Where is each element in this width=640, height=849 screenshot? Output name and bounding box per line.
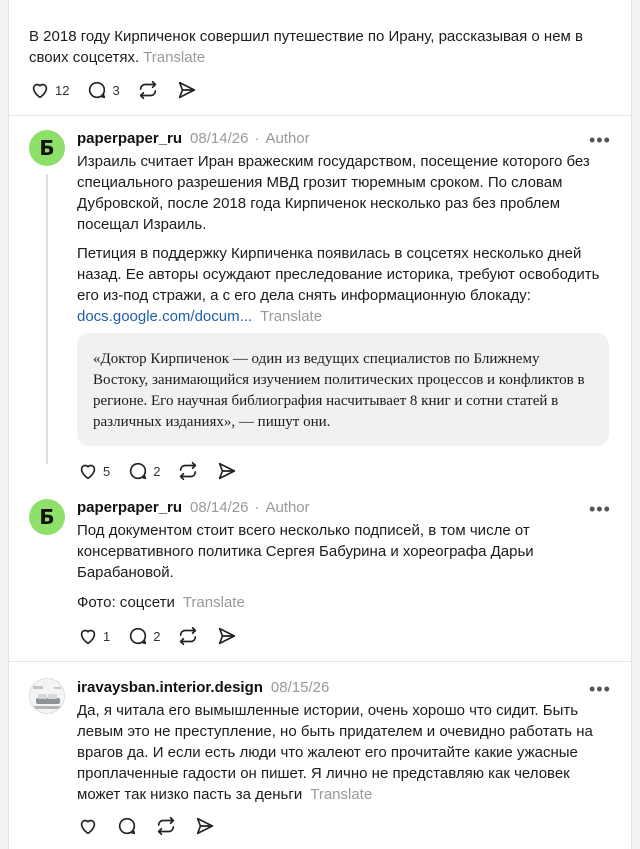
thread-card: В 2018 году Кирпиченок совершил путешест… — [8, 0, 633, 849]
author-badge: Author — [265, 499, 310, 516]
reply-button[interactable] — [116, 815, 138, 837]
translate-link[interactable]: Translate — [183, 594, 245, 611]
reply-paragraph: Израиль считает Иран вражеским государст… — [77, 153, 590, 233]
reply-count: 2 — [153, 463, 161, 479]
more-options-button[interactable]: ••• — [589, 680, 611, 698]
translate-link[interactable]: Translate — [310, 786, 372, 803]
post-actions: 12 3 — [29, 78, 215, 102]
username[interactable]: paperpaper_ru — [77, 499, 182, 516]
repost-icon — [180, 461, 197, 481]
more-options-button[interactable]: ••• — [589, 131, 611, 149]
share-button[interactable] — [176, 79, 198, 101]
share-button[interactable] — [216, 625, 238, 647]
like-button[interactable]: 5 — [77, 460, 110, 482]
comment-icon — [89, 81, 106, 99]
reply-count: 3 — [112, 82, 120, 98]
avatar[interactable]: Б — [29, 499, 65, 535]
like-count: 1 — [103, 628, 111, 644]
separator: · — [254, 130, 260, 147]
share-button[interactable] — [216, 460, 238, 482]
like-count: 5 — [103, 463, 111, 479]
like-count: 12 — [55, 82, 70, 98]
like-button[interactable] — [77, 815, 99, 837]
post-text: В 2018 году Кирпиченок совершил путешест… — [29, 28, 583, 66]
send-icon — [219, 627, 236, 645]
thread-line — [46, 174, 48, 464]
reply-header: paperpaper_ru 08/14/26 · Author — [77, 130, 310, 147]
reply-paragraph: Да, я читала его вымышленные истории, оч… — [77, 702, 593, 803]
reply-button[interactable]: 3 — [86, 79, 120, 101]
heart-icon — [80, 629, 96, 645]
heart-icon — [32, 83, 48, 99]
quote-block: «Доктор Кирпиченок — один из ведущих спе… — [77, 333, 609, 446]
share-button[interactable] — [194, 815, 216, 837]
reply-paragraph: Петиция в поддержку Кирпиченка появилась… — [77, 245, 600, 325]
repost-button[interactable] — [177, 625, 199, 647]
repost-icon — [180, 626, 197, 646]
reply-count: 2 — [153, 628, 161, 644]
repost-button[interactable] — [177, 460, 199, 482]
reply-header: paperpaper_ru 08/14/26 · Author — [77, 499, 310, 516]
timestamp: 08/14/26 — [190, 499, 249, 516]
translate-link[interactable]: Translate — [143, 49, 205, 66]
timestamp: 08/15/26 — [270, 679, 330, 696]
divider — [9, 661, 633, 662]
comment-icon — [118, 817, 136, 835]
reply-actions — [77, 814, 233, 838]
translate-link[interactable]: Translate — [260, 308, 322, 325]
username[interactable]: paperpaper_ru — [77, 130, 182, 147]
reply-button[interactable]: 2 — [127, 625, 160, 647]
reply-header: iravaysban.interior.design 08/15/26 — [77, 679, 329, 696]
reply-actions: 5 2 — [77, 459, 255, 483]
send-icon — [219, 462, 236, 480]
reply-actions: 1 2 — [77, 624, 255, 648]
more-options-button[interactable]: ••• — [589, 500, 611, 518]
repost-icon — [157, 816, 175, 836]
like-button[interactable]: 1 — [77, 625, 110, 647]
like-button[interactable]: 12 — [29, 79, 69, 101]
interior-photo-icon — [30, 679, 64, 713]
send-icon — [196, 817, 214, 835]
repost-icon — [139, 80, 156, 100]
avatar[interactable] — [29, 678, 65, 714]
username[interactable]: iravaysban.interior.design — [77, 679, 263, 696]
petition-link[interactable]: docs.google.com/docum... — [77, 308, 252, 325]
heart-icon — [80, 464, 96, 480]
author-badge: Author — [265, 130, 310, 147]
comment-icon — [130, 627, 147, 645]
reply-paragraph: Под документом стоит всего несколько под… — [77, 522, 534, 581]
repost-button[interactable] — [137, 79, 159, 101]
repost-button[interactable] — [155, 815, 177, 837]
comment-icon — [130, 462, 147, 480]
separator: · — [254, 499, 260, 516]
avatar[interactable]: Б — [29, 130, 65, 166]
reply-button[interactable]: 2 — [127, 460, 160, 482]
send-icon — [178, 81, 195, 99]
heart-icon — [80, 819, 96, 835]
divider — [9, 115, 633, 116]
reply-paragraph: Фото: соцсети Translate — [77, 594, 245, 611]
timestamp: 08/14/26 — [190, 130, 249, 147]
